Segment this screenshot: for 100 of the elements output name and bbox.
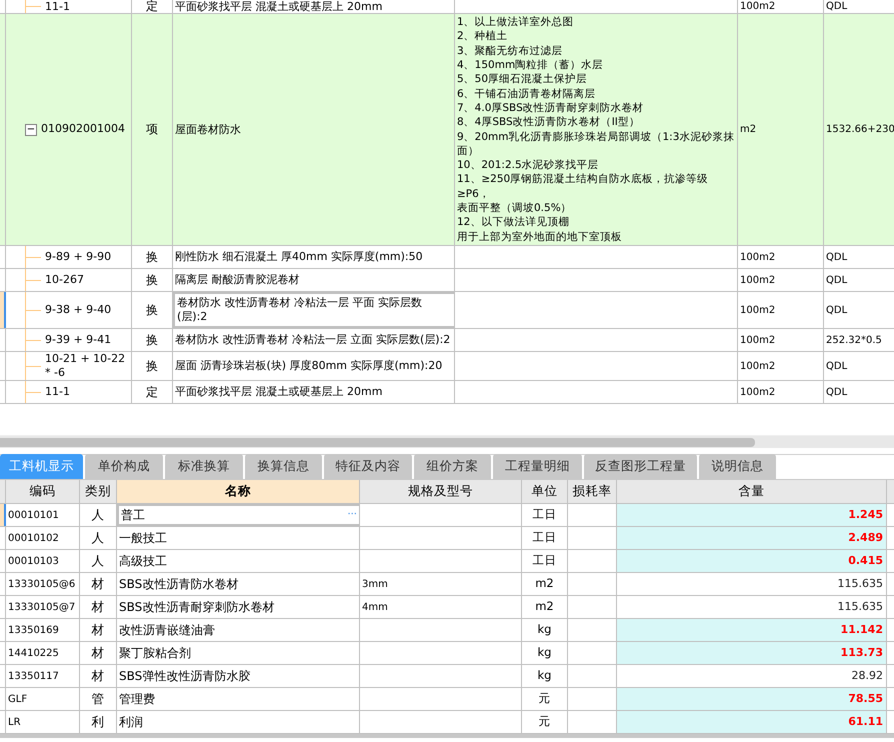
column-header[interactable]: 含量 — [617, 480, 887, 503]
code-cell: 13330105@6 — [6, 573, 80, 595]
unit-cell: 100m2 — [738, 292, 824, 328]
amount-cell: 113.73 — [617, 642, 887, 664]
features-line: 3、聚酯无纺布过滤层 — [457, 44, 564, 58]
code-cell-text: 9-39 + 9-41 — [44, 332, 112, 348]
column-header[interactable]: 单位 — [522, 480, 568, 503]
scrollbar-thumb[interactable] — [0, 438, 755, 447]
features-line: 9、20mm乳化沥青膨胀珍珠岩局部调坡（1:3水泥砂浆抹面） — [457, 130, 735, 158]
tab[interactable]: 单价构成 — [85, 454, 163, 479]
unit-cell: 100m2 — [738, 381, 824, 403]
tab[interactable]: 组价方案 — [414, 454, 491, 479]
name-cell-text: 高级技工 — [119, 553, 167, 570]
type-cell: 定 — [132, 0, 173, 13]
tree-line — [25, 381, 41, 403]
unit-cell: m2 — [738, 14, 824, 245]
column-header[interactable]: 名称 — [117, 480, 360, 503]
type-cell: 换 — [132, 292, 173, 328]
column-header[interactable]: 规格及型号 — [360, 480, 522, 503]
name-cell[interactable]: 卷材防水 改性沥青卷材 冷粘法一层 平面 实际层数(层):2 — [173, 292, 455, 328]
code-cell: 13350169 — [6, 619, 80, 641]
type-cell: 定 — [132, 381, 173, 403]
name-cell: 刚性防水 细石混凝土 厚40mm 实际厚度(mm):50 — [173, 246, 455, 268]
name-cell: 平面砂浆找平层 混凝土或硬基层上 20mm — [173, 0, 455, 13]
code-cell-text: 10-21 + 10-22 * -6 — [44, 352, 126, 380]
code-cell: GLF — [6, 688, 80, 710]
spec-cell-text: 3mm — [362, 578, 388, 592]
tab[interactable]: 特征及内容 — [324, 454, 412, 479]
name-cell-text: 一般技工 — [119, 530, 167, 547]
unit-cell: 工日 — [522, 550, 568, 572]
name-cell-text: 改性沥青嵌缝油膏 — [119, 622, 215, 639]
tab[interactable]: 说明信息 — [699, 454, 776, 479]
horizontal-scrollbar[interactable] — [0, 436, 894, 448]
quantity-cell-text: 1532.66+230 — [825, 123, 894, 137]
type-cell: 换 — [132, 269, 173, 291]
code-cell: 13350117 — [6, 665, 80, 687]
tab[interactable]: 换算信息 — [245, 454, 322, 479]
features-line: 用于上部为室外地面的地下室顶板 — [457, 230, 623, 244]
type-cell: 项 — [132, 14, 173, 245]
code-cell-text: 11-1 — [44, 384, 70, 400]
features-line: 2、种植土 — [457, 29, 509, 44]
amount-cell: 78.55 — [617, 688, 887, 710]
amount-cell: 28.92 — [617, 665, 887, 687]
column-header[interactable]: 编码 — [6, 480, 80, 503]
unit-cell: 100m2 — [738, 329, 824, 351]
category-cell: 人 — [80, 504, 117, 526]
name-cell-text: SBS改性沥青防水卷材 — [119, 576, 238, 593]
tree-line — [25, 246, 41, 268]
name-cell: 卷材防水 改性沥青卷材 冷粘法一层 立面 实际层数(层):2 — [173, 329, 455, 351]
amount-cell: 0.415 — [617, 550, 887, 572]
category-cell: 材 — [80, 619, 117, 641]
column-header[interactable]: 损耗率 — [568, 480, 617, 503]
code-cell: 13330105@7 — [6, 596, 80, 618]
unit-cell: m2 — [522, 573, 568, 595]
code-cell-text: 11-1 — [44, 0, 70, 13]
features-line: 6、干铺石油沥青卷材隔离层 — [457, 86, 597, 101]
category-cell: 材 — [80, 596, 117, 618]
amount-cell: 1.245 — [617, 504, 887, 526]
features-line: 8、4厚SBS改性沥青防水卷材（II型） — [457, 115, 641, 130]
quantity-cell-text: QDL — [825, 360, 848, 374]
code-cell: 14410225 — [6, 642, 80, 664]
type-cell: 换 — [132, 246, 173, 268]
amount-cell: 61.11 — [617, 711, 887, 733]
quantity-cell-text: QDL — [825, 250, 848, 264]
name-cell-text: SBS改性沥青耐穿刺防水卷材 — [119, 599, 274, 616]
name-cell[interactable]: 普工 — [121, 506, 145, 524]
features-line: 7、4.0厚SBS改性沥青耐穿刺防水卷材 — [457, 100, 645, 116]
quantity-cell-text: QDL — [825, 0, 848, 13]
unit-cell: 元 — [522, 688, 568, 710]
unit-cell: 元 — [522, 711, 568, 733]
features-line: 12、以下做法详见顶棚 — [457, 215, 570, 230]
tab[interactable]: 标准换算 — [165, 454, 243, 479]
unit-cell: 100m2 — [738, 352, 824, 380]
name-cell-text: 利润 — [119, 714, 143, 731]
unit-cell: 100m2 — [738, 0, 824, 13]
unit-cell: 100m2 — [738, 246, 824, 268]
category-cell: 人 — [80, 550, 117, 572]
tree-line — [25, 0, 41, 13]
category-cell: 材 — [80, 642, 117, 664]
quantity-cell-text: QDL — [825, 386, 848, 400]
name-cell-text: SBS弹性改性沥青防水胶 — [119, 668, 250, 685]
name-cell-text: 管理费 — [119, 691, 155, 708]
name-cell: 平面砂浆找平层 混凝土或硬基层上 20mm — [173, 381, 455, 403]
tree-line — [25, 352, 41, 380]
collapse-toggle[interactable]: − — [25, 124, 37, 136]
code-cell-text: 10-267 — [44, 272, 84, 288]
quantity-cell-text: QDL — [825, 304, 848, 318]
quantity-cell-text: QDL — [825, 274, 848, 288]
features-line: 1、以上做法详室外总图 — [457, 15, 575, 30]
tab[interactable]: 反查图形工程量 — [584, 454, 697, 479]
type-cell: 换 — [132, 352, 173, 380]
code-cell-text: 9-89 + 9-90 — [44, 249, 112, 265]
code-cell: 00010102 — [6, 527, 80, 549]
amount-cell: 115.635 — [617, 573, 887, 595]
code-cell: LR — [6, 711, 80, 733]
tab[interactable]: 工程量明细 — [493, 454, 582, 479]
category-cell: 利 — [80, 711, 117, 733]
code-cell: 00010101 — [6, 504, 80, 526]
name-cell: 屋面 沥青珍珠岩板(块) 厚度80mm 实际厚度(mm):20 — [173, 352, 455, 380]
features-line: 10、201:2.5水泥砂浆找平层 — [457, 158, 600, 172]
